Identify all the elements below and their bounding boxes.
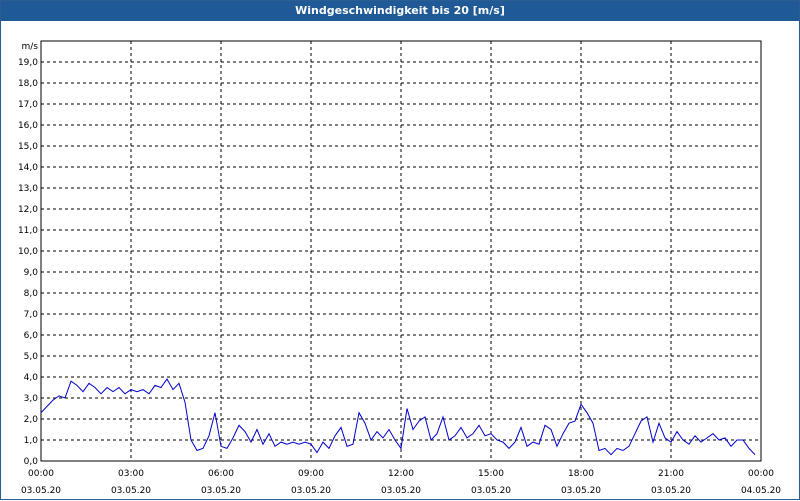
x-tick-date: 03.05.20 — [471, 486, 511, 496]
x-tick-date: 03.05.20 — [291, 486, 331, 496]
x-tick-date: 03.05.20 — [201, 486, 241, 496]
y-tick-label: 3,0 — [24, 394, 39, 404]
grid — [41, 41, 761, 461]
wind-speed-chart: m/s 0,0 1,0 2,0 3,0 4,0 5,0 6,0 7,0 8,0 9,0 10,0 11… — [18, 40, 781, 496]
x-tick-time: 18:00 — [568, 469, 594, 479]
y-tick-label: 10,0 — [18, 247, 38, 257]
x-tick-time: 21:00 — [658, 469, 684, 479]
x-tick-time: 00:00 — [748, 469, 774, 479]
y-tick-label: 15,0 — [18, 142, 38, 152]
x-tick-time: 12:00 — [388, 469, 414, 479]
y-tick-label: 14,0 — [18, 163, 38, 173]
x-tick-date: 04.05.20 — [741, 486, 781, 496]
x-tick-time: 15:00 — [478, 469, 504, 479]
x-tick-date: 03.05.20 — [21, 486, 61, 496]
y-tick-label: 17,0 — [18, 100, 38, 110]
y-tick-label: 5,0 — [24, 352, 39, 362]
y-tick-label: 13,0 — [18, 184, 38, 194]
y-tick-label: 0,0 — [24, 457, 39, 467]
y-tick-label: 4,0 — [24, 373, 39, 383]
y-tick-labels: 0,0 1,0 2,0 3,0 4,0 5,0 6,0 7,0 8,0 9,0 10,0 11,0 12… — [18, 58, 38, 467]
y-axis-label: m/s — [22, 42, 39, 52]
x-tick-date: 03.05.20 — [561, 486, 601, 496]
y-tick-label: 8,0 — [24, 289, 39, 299]
x-tick-date: 03.05.20 — [381, 486, 421, 496]
x-tick-time: 09:00 — [298, 469, 324, 479]
x-tick-date: 03.05.20 — [651, 486, 691, 496]
chart-window: Windgeschwindigkeit bis 20 [m/s] m/s 0,0… — [0, 0, 800, 500]
y-tick-label: 16,0 — [18, 121, 38, 131]
y-tick-label: 11,0 — [18, 226, 38, 236]
series-line-wind-speed — [40, 378, 756, 456]
y-tick-label: 9,0 — [24, 268, 39, 278]
y-tick-label: 6,0 — [24, 331, 39, 341]
y-tick-label: 18,0 — [18, 79, 38, 89]
x-tick-date: 03.05.20 — [111, 486, 151, 496]
x-tick-labels: 00:00 03.05.20 03:00 03.05.20 06:00 03.05.20 0… — [21, 469, 781, 496]
y-tick-label: 12,0 — [18, 205, 38, 215]
y-tick-label: 1,0 — [24, 436, 39, 446]
y-tick-label: 19,0 — [18, 58, 38, 68]
x-tick-time: 06:00 — [208, 469, 234, 479]
x-tick-time: 00:00 — [28, 469, 54, 479]
y-tick-label: 2,0 — [24, 415, 39, 425]
y-tick-label: 7,0 — [24, 310, 39, 320]
x-tick-time: 03:00 — [118, 469, 144, 479]
